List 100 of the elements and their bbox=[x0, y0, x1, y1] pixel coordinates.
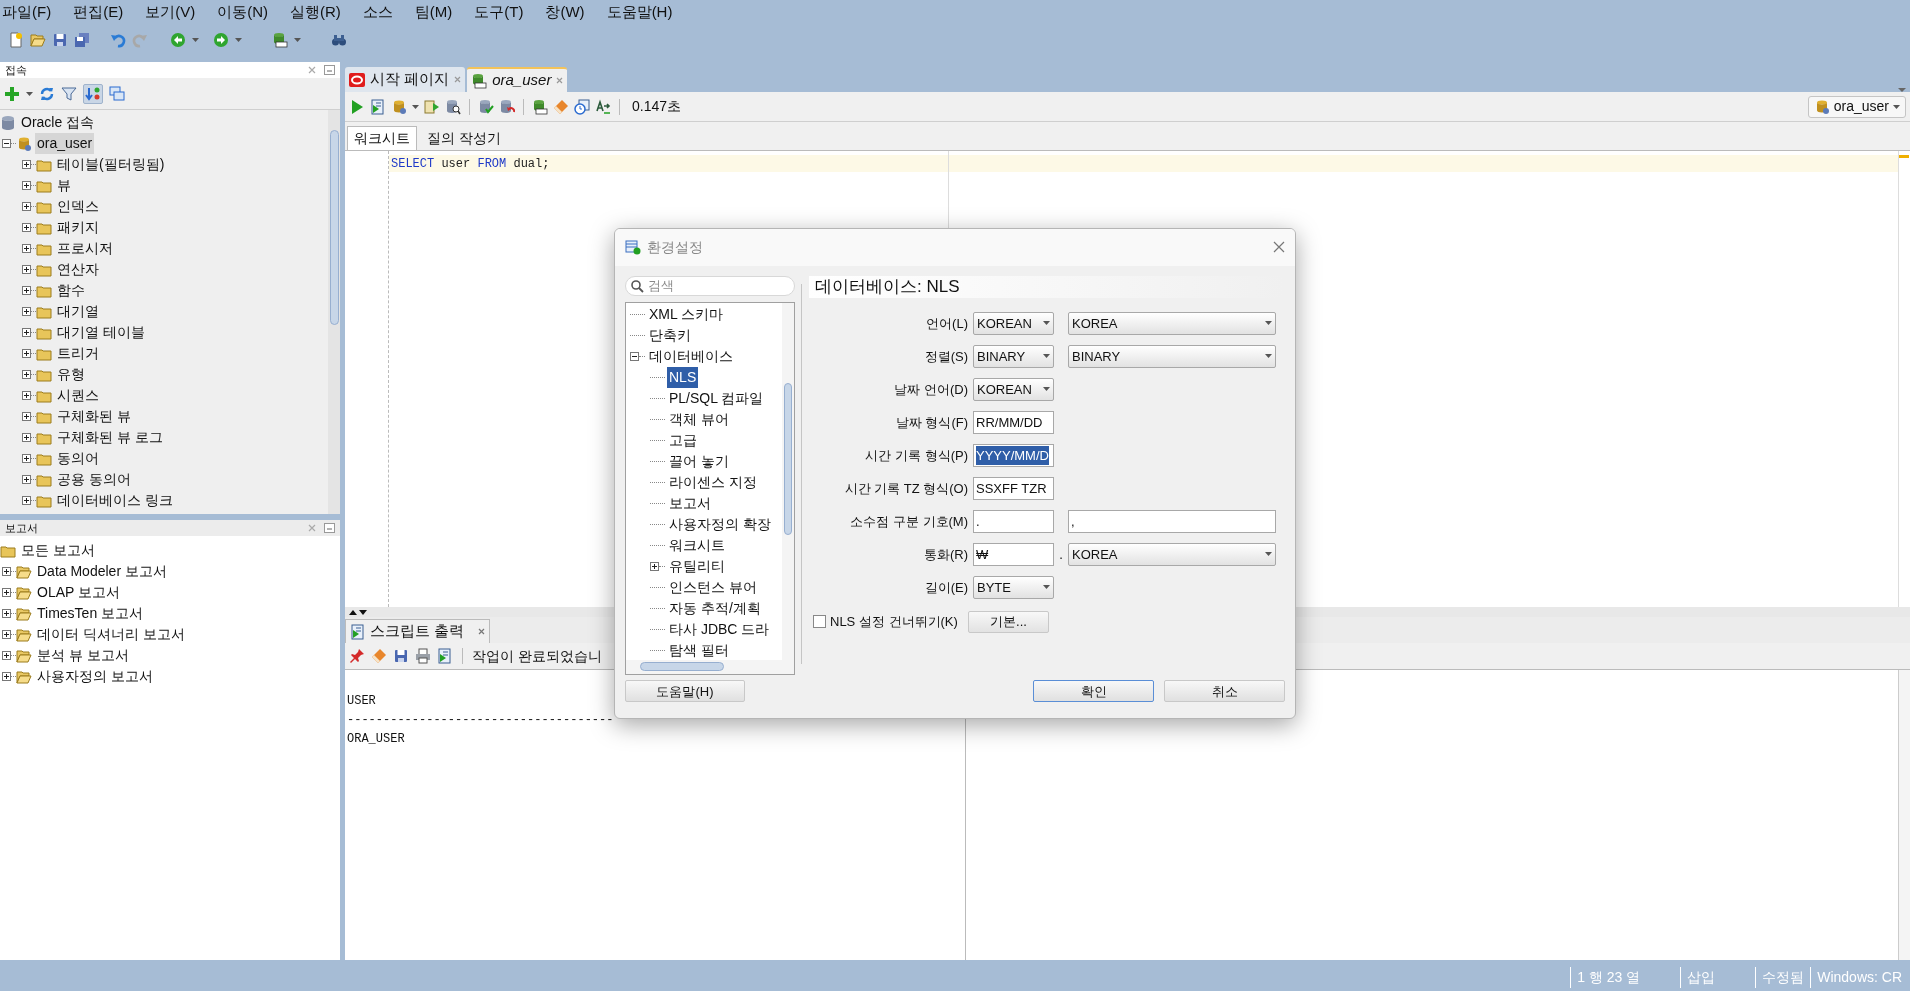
search-field[interactable]: 검색 bbox=[625, 275, 795, 296]
pin-icon[interactable] bbox=[349, 648, 365, 664]
minimize-icon[interactable] bbox=[324, 523, 335, 533]
input-field[interactable]: SSXFF TZR bbox=[973, 476, 1054, 500]
close-icon[interactable] bbox=[478, 628, 486, 635]
caret-icon[interactable] bbox=[1265, 321, 1272, 326]
vertical-scrollbar[interactable] bbox=[782, 302, 794, 660]
caret-icon[interactable] bbox=[1265, 354, 1272, 359]
dropdown[interactable]: BYTE bbox=[973, 575, 1054, 599]
expand-icon[interactable] bbox=[650, 561, 659, 571]
caret-icon[interactable] bbox=[1043, 354, 1050, 359]
expand-icon[interactable] bbox=[22, 160, 31, 169]
expand-icon[interactable] bbox=[22, 286, 31, 295]
menu-item[interactable]: 팀(M) bbox=[414, 0, 453, 24]
menu-item[interactable]: 이동(N) bbox=[217, 0, 268, 24]
menu-item[interactable]: 소스 bbox=[362, 0, 393, 24]
minimize-icon[interactable] bbox=[324, 65, 335, 75]
back-icon[interactable] bbox=[170, 32, 186, 48]
expand-icon[interactable] bbox=[2, 672, 11, 681]
menu-item[interactable]: 파일(F) bbox=[2, 0, 52, 24]
caret-icon[interactable] bbox=[294, 38, 301, 42]
folder-icon[interactable] bbox=[30, 32, 46, 48]
close-icon[interactable] bbox=[1273, 241, 1285, 254]
save-icon[interactable] bbox=[52, 32, 68, 48]
vertical-scrollbar[interactable] bbox=[328, 110, 340, 514]
database-icon[interactable] bbox=[272, 32, 288, 48]
database-icon[interactable] bbox=[391, 98, 407, 115]
caret-icon[interactable] bbox=[1043, 585, 1050, 590]
refresh-icon[interactable] bbox=[39, 85, 55, 102]
tree-item[interactable]: 단축키 bbox=[647, 324, 693, 346]
expand-icon[interactable] bbox=[2, 567, 11, 576]
caret-icon[interactable] bbox=[1893, 104, 1900, 109]
tree-item[interactable]: OLAP 보고서 bbox=[35, 582, 122, 603]
tree-item[interactable]: 객체 뷰어 bbox=[667, 408, 731, 430]
tree-item[interactable]: Data Modeler 보고서 bbox=[35, 561, 169, 582]
tree-item[interactable]: 구체화된 뷰 로그 bbox=[55, 427, 165, 448]
menu-item[interactable]: 편집(E) bbox=[73, 0, 124, 24]
vertical-scrollbar[interactable] bbox=[1898, 670, 1910, 960]
printer-icon[interactable] bbox=[415, 648, 431, 664]
tree-item[interactable]: 탐색 필터 bbox=[667, 639, 731, 660]
tree-item[interactable]: 고급 bbox=[667, 429, 699, 451]
tree-item[interactable]: 라이센스 지정 bbox=[667, 471, 759, 493]
tree-item[interactable]: 데이터베이스 링크 bbox=[55, 490, 175, 511]
expand-icon[interactable] bbox=[2, 609, 11, 618]
sub-tab[interactable]: 워크시트 bbox=[347, 126, 417, 150]
caret-icon[interactable] bbox=[235, 38, 242, 42]
save-all-icon[interactable] bbox=[74, 32, 90, 48]
dropdown[interactable]: KOREAN bbox=[973, 377, 1054, 401]
collapse-up-icon[interactable] bbox=[349, 609, 357, 615]
caret-icon[interactable] bbox=[1043, 387, 1050, 392]
expand-icon[interactable] bbox=[2, 630, 11, 639]
help-button[interactable]: 도움말(H) bbox=[625, 680, 745, 703]
tree-item[interactable]: 데이터 딕셔너리 보고서 bbox=[35, 624, 187, 645]
collapse-icon[interactable] bbox=[630, 351, 639, 361]
save-icon[interactable] bbox=[393, 648, 409, 664]
tree-item[interactable]: 트리거 bbox=[55, 343, 101, 364]
checkbox[interactable] bbox=[813, 615, 826, 629]
tree-item[interactable]: 분석 뷰 보고서 bbox=[35, 645, 131, 666]
defaults-button[interactable]: 기본... bbox=[968, 610, 1049, 633]
caret-icon[interactable] bbox=[1265, 552, 1272, 557]
tree-item[interactable]: Oracle 접속 bbox=[19, 112, 97, 133]
expand-icon[interactable] bbox=[2, 588, 11, 597]
caret-icon[interactable] bbox=[192, 38, 199, 42]
tree-item[interactable]: 워크시트 bbox=[667, 534, 727, 556]
database-icon[interactable] bbox=[532, 98, 548, 115]
sort-toggle[interactable] bbox=[83, 83, 103, 104]
expand-icon[interactable] bbox=[22, 370, 31, 379]
tree-item[interactable]: 대기열 테이블 bbox=[55, 322, 147, 343]
filter-icon[interactable] bbox=[61, 85, 77, 102]
tree-item[interactable]: 유틸리티 bbox=[667, 555, 727, 577]
tree-item[interactable]: PL/SQL 컴파일 bbox=[667, 387, 766, 409]
search-input[interactable]: 검색 bbox=[648, 276, 778, 296]
caret-icon[interactable] bbox=[412, 104, 419, 109]
tree-item[interactable]: 대기열 bbox=[55, 301, 101, 322]
dropdown[interactable]: KOREA bbox=[1068, 311, 1276, 335]
tree-item[interactable]: 시퀀스 bbox=[55, 385, 101, 406]
tree-item[interactable]: 연산자 bbox=[55, 259, 101, 280]
sub-tab[interactable]: 질의 작성기 bbox=[421, 126, 507, 150]
play-icon[interactable] bbox=[349, 98, 365, 115]
forward-icon[interactable] bbox=[213, 32, 229, 48]
tree-item[interactable]: 뷰 bbox=[55, 175, 73, 196]
expand-icon[interactable] bbox=[22, 391, 31, 400]
input-field[interactable]: . bbox=[973, 509, 1054, 533]
input-field[interactable]: , bbox=[1068, 509, 1276, 533]
cancel-button[interactable]: 취소 bbox=[1164, 680, 1285, 703]
expand-icon[interactable] bbox=[22, 475, 31, 484]
tree-item[interactable]: ora_user bbox=[35, 133, 95, 154]
tree-item[interactable]: 데이터베이스 bbox=[647, 345, 735, 367]
run-script-icon[interactable] bbox=[437, 648, 453, 664]
tree-item[interactable]: 인덱스 bbox=[55, 196, 101, 217]
page-arrow-icon[interactable] bbox=[424, 98, 440, 115]
expand-icon[interactable] bbox=[22, 454, 31, 463]
collapse-icon[interactable] bbox=[2, 139, 11, 148]
tree-item[interactable]: 유형 bbox=[55, 364, 87, 385]
menu-item[interactable]: 창(W) bbox=[545, 0, 585, 24]
clock-icon[interactable] bbox=[574, 98, 590, 115]
output-tab[interactable]: 스크립트 출력 bbox=[345, 619, 491, 643]
tree-item[interactable]: 사용자정의 보고서 bbox=[35, 666, 155, 687]
tree-item[interactable]: 자동 추적/계획 bbox=[667, 597, 763, 619]
expand-icon[interactable] bbox=[22, 496, 31, 505]
